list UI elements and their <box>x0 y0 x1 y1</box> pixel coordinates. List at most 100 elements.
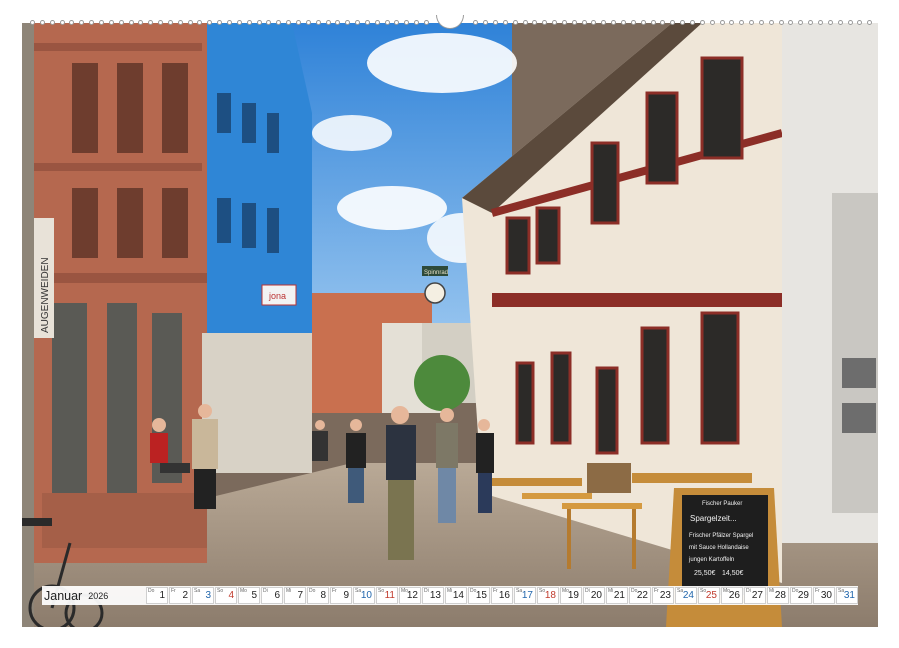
weekday-abbrev: Mo <box>723 588 730 594</box>
spiral-hole <box>710 20 715 25</box>
day-number: 29 <box>798 590 809 601</box>
weekday-abbrev: Sa <box>355 588 361 594</box>
spiral-hole <box>79 20 84 25</box>
cloud <box>312 115 392 151</box>
spiral-hole <box>513 20 518 25</box>
calendar-day: Do22 <box>629 587 651 604</box>
svg-text:14,50€: 14,50€ <box>722 570 744 577</box>
spiral-hole <box>473 20 478 25</box>
spiral-hole <box>237 20 242 25</box>
spiral-hole <box>257 20 262 25</box>
calendar-day: Sa10 <box>353 587 375 604</box>
calendar-day: Mo26 <box>721 587 743 604</box>
spiral-hole <box>838 20 843 25</box>
spiral-hole <box>779 20 784 25</box>
day-number: 12 <box>407 590 418 601</box>
spiral-hole <box>690 20 695 25</box>
day-number: 6 <box>274 590 280 601</box>
calendar-strip: Januar 2026 Do1Fr2Sa3So4Mo5Di6Mi7Do8Fr9S… <box>42 586 858 605</box>
spiral-hole <box>503 20 508 25</box>
spiral-hole <box>109 20 114 25</box>
spiral-hole <box>660 20 665 25</box>
day-number: 20 <box>591 590 602 601</box>
spiral-hole <box>30 20 35 25</box>
calendar-day: Do29 <box>790 587 812 604</box>
weekday-abbrev: Do <box>792 588 798 594</box>
weekday-abbrev: So <box>217 588 223 594</box>
calendar-day: Sa31 <box>836 587 858 604</box>
beer-bench <box>632 473 752 483</box>
spiral-hole <box>69 20 74 25</box>
day-number: 11 <box>385 590 395 601</box>
spiral-hole <box>621 20 626 25</box>
spiral-hole <box>759 20 764 25</box>
weekday-abbrev: Di <box>585 588 590 594</box>
calendar-day: Di27 <box>744 587 766 604</box>
spiral-hole <box>306 20 311 25</box>
calendar-day: Sa17 <box>514 587 536 604</box>
spiral-hole <box>493 20 498 25</box>
spiral-hole <box>394 20 399 25</box>
spiral-hole <box>788 20 793 25</box>
calendar-day: Fr23 <box>652 587 674 604</box>
day-number: 4 <box>228 590 234 601</box>
calendar-day: Do15 <box>468 587 490 604</box>
spiral-hole <box>197 20 202 25</box>
spiral-hole <box>749 20 754 25</box>
day-list: Do1Fr2Sa3So4Mo5Di6Mi7Do8Fr9Sa10So11Mo12D… <box>146 587 858 604</box>
spiral-hole <box>867 20 872 25</box>
weekday-abbrev: So <box>539 588 545 594</box>
calendar-day: Mi28 <box>767 587 789 604</box>
spiral-hole <box>631 20 636 25</box>
spiral-hole <box>345 20 350 25</box>
day-number: 16 <box>499 590 510 601</box>
spiral-hole <box>138 20 143 25</box>
day-number: 8 <box>320 590 326 601</box>
weekday-abbrev: Mi <box>447 588 452 594</box>
weekday-abbrev: Fr <box>171 588 176 594</box>
day-number: 14 <box>453 590 464 601</box>
spiral-hole <box>641 20 646 25</box>
spiral-hole <box>227 20 232 25</box>
calendar-day: Fr9 <box>330 587 352 604</box>
calendar-day: Sa3 <box>192 587 214 604</box>
day-number: 7 <box>297 590 303 601</box>
weekday-abbrev: Sa <box>516 588 522 594</box>
calendar-day: Mo5 <box>238 587 260 604</box>
calendar-day: So11 <box>376 587 398 604</box>
spiral-hole <box>670 20 675 25</box>
tree <box>414 355 470 411</box>
spiral-hole <box>296 20 301 25</box>
spiral-hole <box>168 20 173 25</box>
shop-sign-augenweiden: AUGENWEIDEN <box>40 257 51 333</box>
calendar-day: Mi14 <box>445 587 467 604</box>
calendar-day: So 4 <box>215 587 237 604</box>
calendar-day: Fr30 <box>813 587 835 604</box>
spiral-hole <box>148 20 153 25</box>
spiral-hole <box>129 20 134 25</box>
spiral-hole <box>247 20 252 25</box>
spiral-hole <box>335 20 340 25</box>
day-number: 17 <box>522 590 533 601</box>
day-number: 3 <box>205 590 211 601</box>
spiral-hole <box>60 20 65 25</box>
calendar-day: Fr16 <box>491 587 513 604</box>
spiral-hole <box>188 20 193 25</box>
spiral-hole <box>40 20 45 25</box>
svg-text:Fischer Pauker: Fischer Pauker <box>702 501 742 507</box>
weekday-abbrev: Fr <box>493 588 498 594</box>
day-number: 27 <box>752 590 763 601</box>
weekday-abbrev: Sa <box>838 588 844 594</box>
spiral-hole <box>404 20 409 25</box>
spiral-hole <box>769 20 774 25</box>
weekday-abbrev: Mi <box>769 588 774 594</box>
spiral-hole <box>700 20 705 25</box>
spiral-hole <box>818 20 823 25</box>
calendar-day: Di 6 <box>261 587 283 604</box>
spiral-hole <box>651 20 656 25</box>
spiral-hole <box>848 20 853 25</box>
spiral-hole <box>355 20 360 25</box>
weekday-abbrev: Di <box>263 588 268 594</box>
weekday-abbrev: Mi <box>286 588 291 594</box>
weekday-abbrev: Sa <box>677 588 683 594</box>
